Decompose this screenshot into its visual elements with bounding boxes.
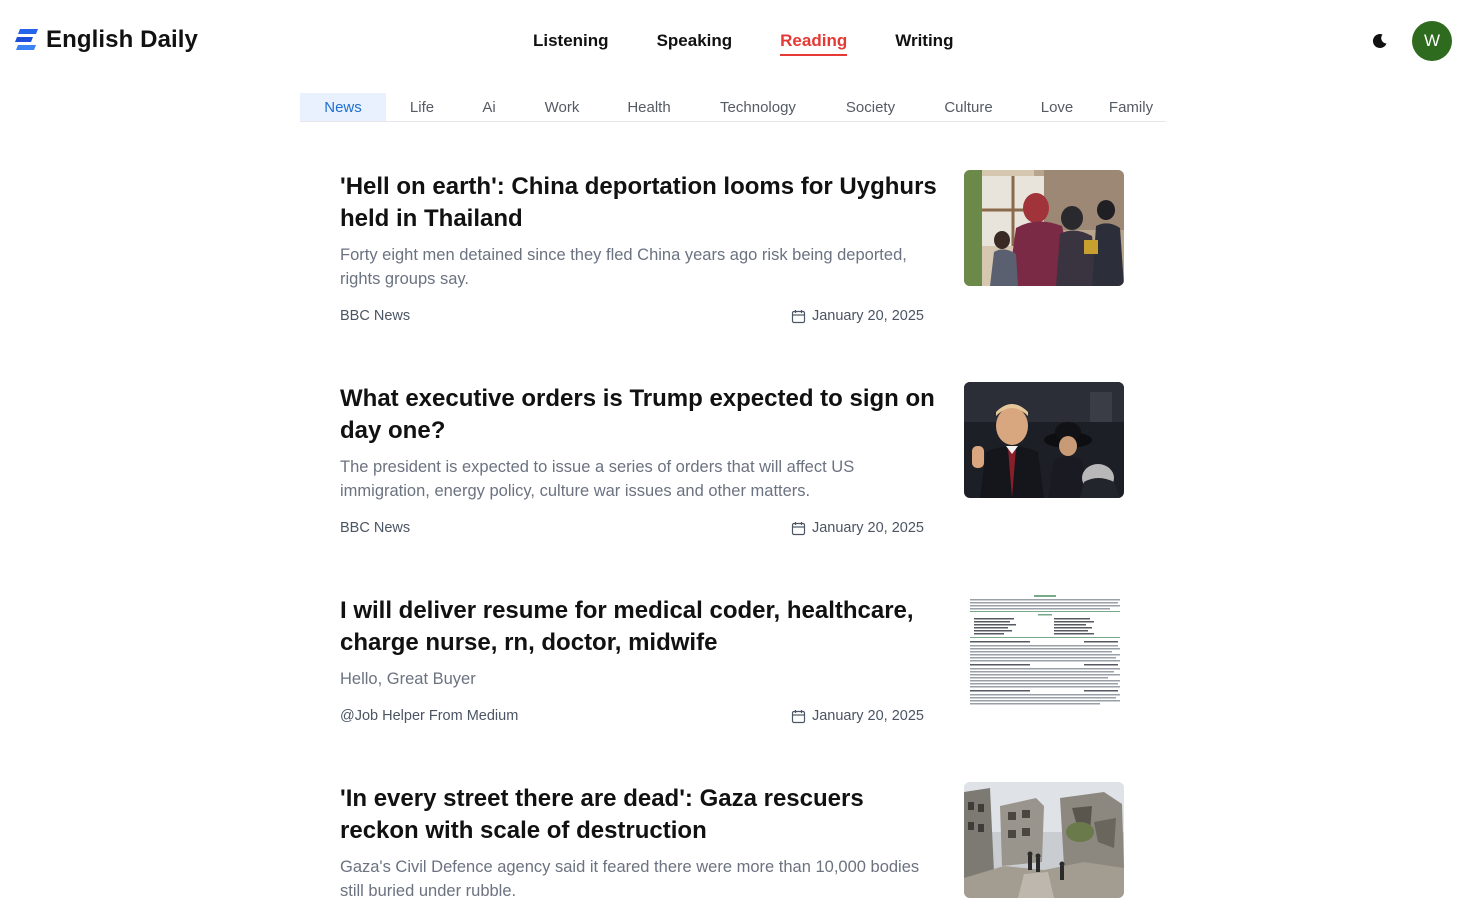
- calendar-icon: [791, 309, 806, 323]
- article-source: @Job Helper From Medium: [340, 708, 519, 724]
- moon-icon: [1372, 34, 1387, 49]
- article-title[interactable]: I will deliver resume for medical coder,…: [340, 595, 940, 659]
- tab-family[interactable]: Family: [1096, 93, 1166, 121]
- destroyed-buildings-photo: [964, 782, 1124, 898]
- top-header: English Daily Listening Speaking Reading…: [0, 0, 1471, 82]
- article-date-text: January 20, 2025: [811, 708, 924, 724]
- tab-technology[interactable]: Technology: [694, 93, 822, 121]
- theme-toggle-button[interactable]: [1369, 30, 1391, 52]
- user-avatar[interactable]: W: [1412, 21, 1452, 61]
- article-card[interactable]: What executive orders is Trump expected …: [340, 382, 1124, 543]
- article-date: January 20, 2025: [791, 520, 924, 536]
- inauguration-photo: [964, 382, 1124, 498]
- main-nav: Listening Speaking Reading Writing: [533, 31, 953, 56]
- article-description: Hello, Great Buyer: [340, 670, 476, 688]
- tab-health[interactable]: Health: [604, 93, 694, 121]
- app-logo[interactable]: English Daily: [14, 26, 198, 54]
- article-card[interactable]: I will deliver resume for medical coder,…: [340, 594, 1124, 735]
- article-date: January 20, 2025: [791, 708, 924, 724]
- nav-writing[interactable]: Writing: [895, 31, 953, 56]
- article-card[interactable]: 'In every street there are dead': Gaza r…: [340, 782, 1124, 908]
- article-date-text: January 20, 2025: [811, 520, 924, 536]
- article-date: January 20, 2025: [791, 308, 924, 324]
- article-thumbnail[interactable]: [964, 170, 1124, 286]
- article-title[interactable]: What executive orders is Trump expected …: [340, 383, 940, 447]
- stacked-e-logo-icon: [15, 29, 38, 50]
- app-title: English Daily: [46, 26, 199, 53]
- article-description: Gaza's Civil Defence agency said it fear…: [340, 858, 920, 900]
- article-date-text: January 20, 2025: [811, 308, 924, 324]
- tab-culture[interactable]: Culture: [919, 93, 1018, 121]
- family-at-window-photo: [964, 170, 1124, 286]
- article-thumbnail[interactable]: [964, 382, 1124, 498]
- tab-ai[interactable]: Ai: [458, 93, 520, 121]
- calendar-icon: [791, 709, 806, 723]
- tab-love[interactable]: Love: [1018, 93, 1096, 121]
- article-description: Forty eight men detained since they fled…: [340, 246, 907, 288]
- article-title[interactable]: 'Hell on earth': China deportation looms…: [340, 171, 940, 235]
- tab-work[interactable]: Work: [520, 93, 604, 121]
- calendar-icon: [791, 521, 806, 535]
- tab-news[interactable]: News: [300, 93, 386, 121]
- article-description: The president is expected to issue a ser…: [340, 458, 855, 500]
- nav-speaking[interactable]: Speaking: [657, 31, 733, 56]
- resume-document-thumbnail: [964, 594, 1124, 710]
- nav-reading[interactable]: Reading: [780, 31, 848, 56]
- article-source: BBC News: [340, 308, 411, 324]
- article-thumbnail[interactable]: [964, 594, 1124, 710]
- article-thumbnail[interactable]: [964, 782, 1124, 898]
- category-tabs: News Life Ai Work Health Technology Soci…: [300, 93, 1166, 122]
- article-source: BBC News: [340, 520, 411, 536]
- article-card[interactable]: 'Hell on earth': China deportation looms…: [340, 170, 1124, 331]
- nav-listening[interactable]: Listening: [533, 31, 609, 56]
- tab-society[interactable]: Society: [822, 93, 919, 121]
- article-title[interactable]: 'In every street there are dead': Gaza r…: [340, 783, 940, 847]
- tab-life[interactable]: Life: [386, 93, 458, 121]
